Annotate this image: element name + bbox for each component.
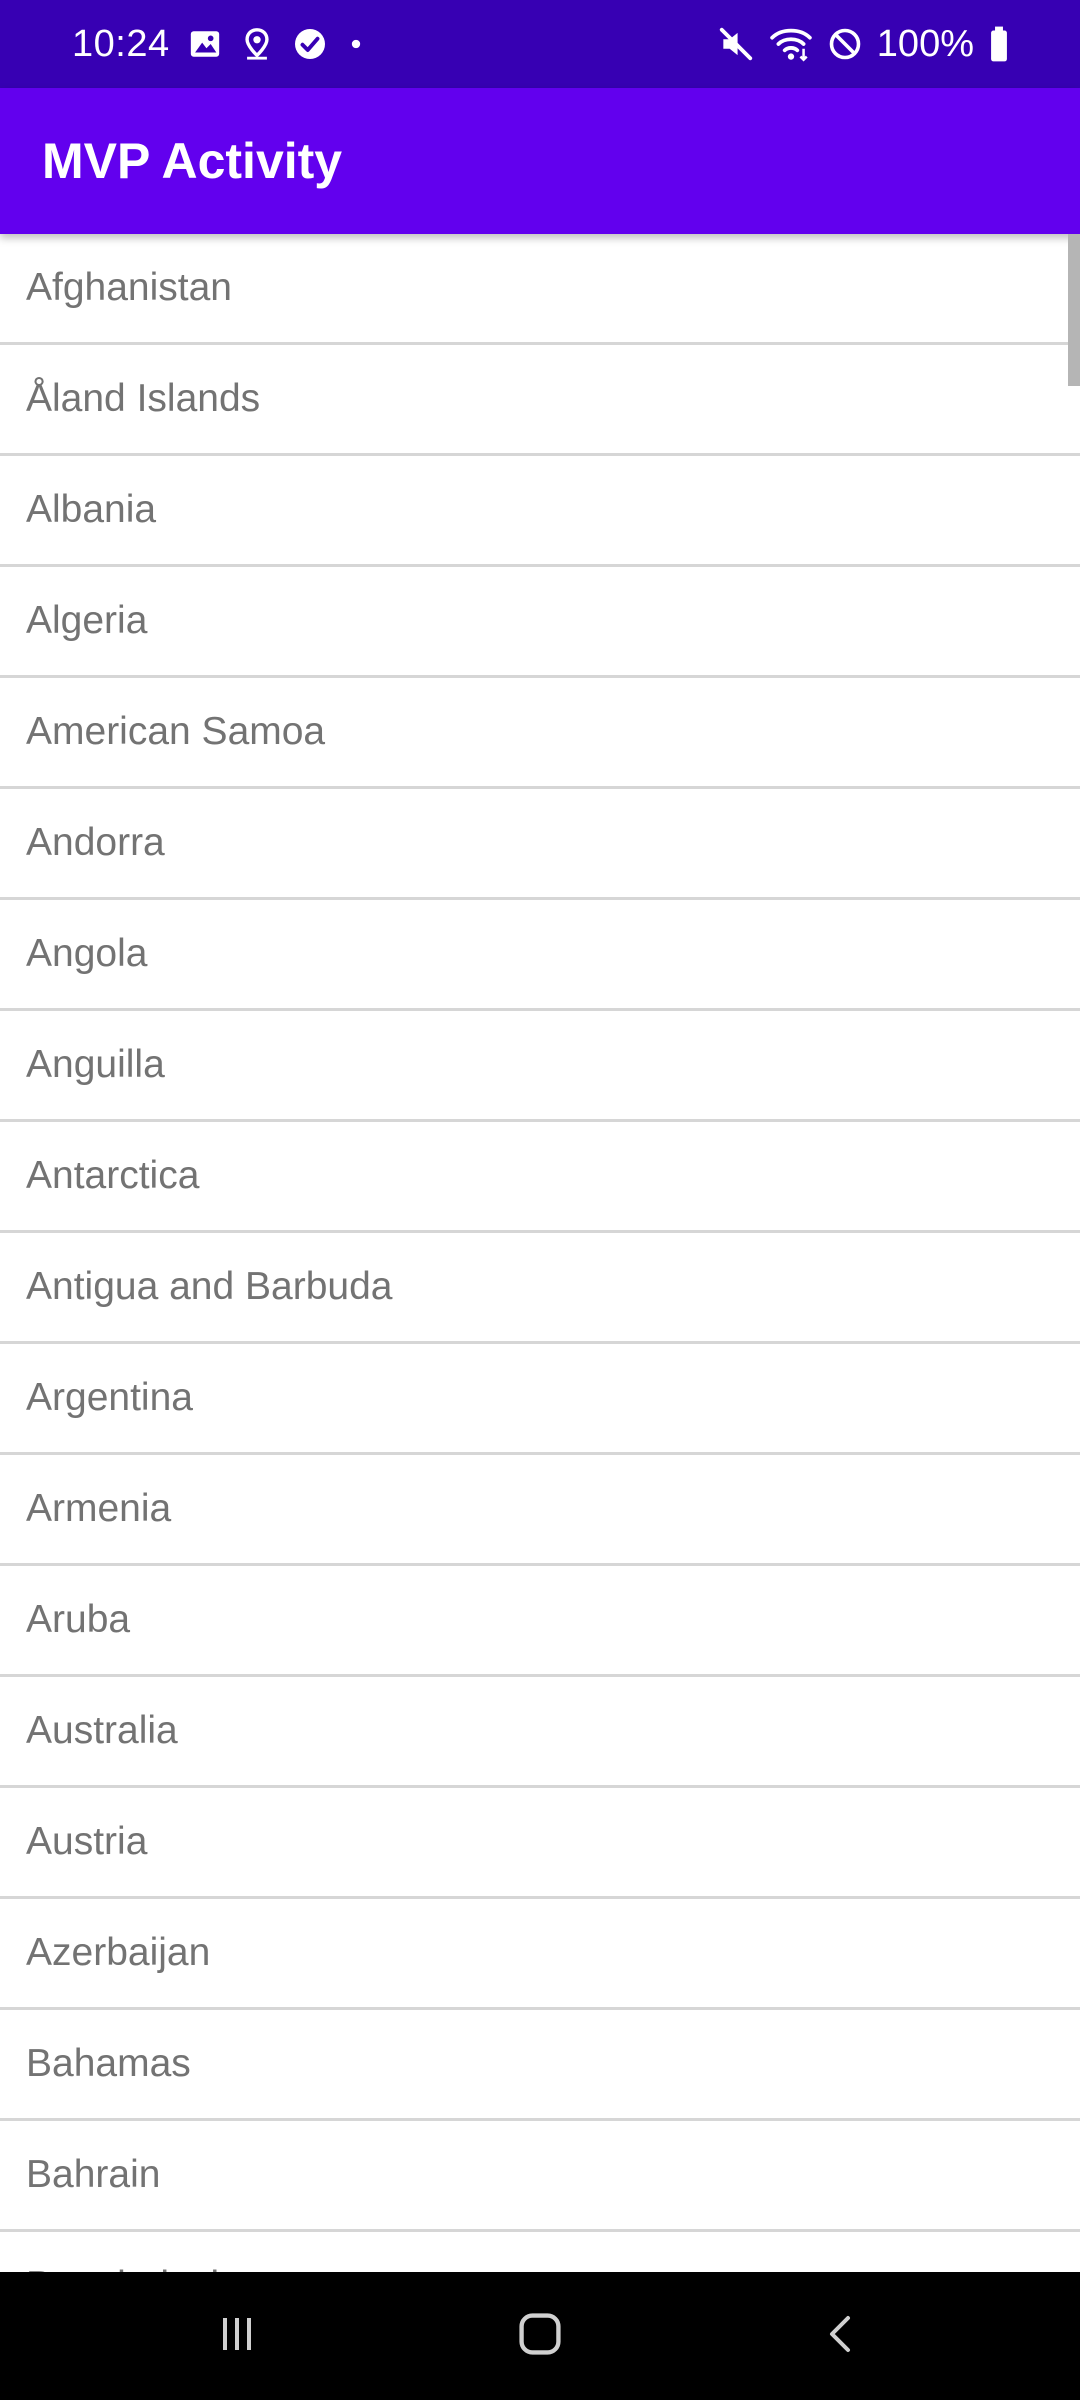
gallery-icon bbox=[188, 27, 222, 61]
home-button[interactable] bbox=[470, 2272, 610, 2400]
battery-percentage: 100% bbox=[876, 22, 974, 65]
list-item[interactable]: Åland Islands bbox=[0, 345, 1080, 456]
list-item-label: Anguilla bbox=[26, 1043, 165, 1086]
back-button[interactable] bbox=[772, 2272, 912, 2400]
recent-apps-button[interactable] bbox=[167, 2272, 307, 2400]
list-item-label: Bangladesh bbox=[26, 2264, 232, 2272]
list-item-label: Angola bbox=[26, 932, 148, 975]
status-bar: 10:24 100% bbox=[0, 0, 1080, 88]
blocked-icon bbox=[827, 26, 863, 62]
list-item[interactable]: Andorra bbox=[0, 789, 1080, 900]
list-item-label: Australia bbox=[26, 1709, 178, 1752]
list-item[interactable]: Argentina bbox=[0, 1344, 1080, 1455]
battery-icon bbox=[988, 25, 1010, 63]
location-icon bbox=[240, 27, 274, 61]
status-left: 10:24 bbox=[72, 0, 366, 88]
mute-icon bbox=[717, 25, 755, 63]
list-item[interactable]: Antarctica bbox=[0, 1122, 1080, 1233]
page-title: MVP Activity bbox=[42, 133, 343, 189]
list-item[interactable]: Australia bbox=[0, 1677, 1080, 1788]
list-item-label: Antarctica bbox=[26, 1154, 200, 1197]
list-item-label: Armenia bbox=[26, 1487, 172, 1530]
list-item[interactable]: Austria bbox=[0, 1788, 1080, 1899]
recent-apps-icon bbox=[213, 2310, 261, 2363]
dot-icon bbox=[346, 34, 366, 54]
list-item[interactable]: Bahamas bbox=[0, 2010, 1080, 2121]
list-item-label: American Samoa bbox=[26, 710, 326, 753]
list-item-label: Afghanistan bbox=[26, 266, 232, 309]
list-item-label: Aruba bbox=[26, 1598, 131, 1641]
list-item[interactable]: Algeria bbox=[0, 567, 1080, 678]
list-item[interactable]: Bangladesh bbox=[0, 2232, 1080, 2272]
scrollbar-thumb[interactable] bbox=[1068, 234, 1080, 386]
list-item[interactable]: American Samoa bbox=[0, 678, 1080, 789]
country-list[interactable]: Afghanistan Åland Islands Albania Algeria Am… bbox=[0, 234, 1080, 2272]
status-time: 10:24 bbox=[72, 22, 170, 65]
list-item-label: Bahamas bbox=[26, 2042, 191, 2085]
list-item-label: Algeria bbox=[26, 599, 148, 642]
list-item-label: Antigua and Barbuda bbox=[26, 1265, 393, 1308]
navigation-bar bbox=[0, 2272, 1080, 2400]
back-icon bbox=[818, 2310, 866, 2363]
list-item-label: Austria bbox=[26, 1820, 148, 1863]
list-item-label: Argentina bbox=[26, 1376, 193, 1419]
check-circle-icon bbox=[292, 26, 328, 62]
list-item[interactable]: Antigua and Barbuda bbox=[0, 1233, 1080, 1344]
list-item[interactable]: Azerbaijan bbox=[0, 1899, 1080, 2010]
list-item-label: Åland Islands bbox=[26, 377, 261, 420]
list-item[interactable]: Albania bbox=[0, 456, 1080, 567]
list-item[interactable]: Angola bbox=[0, 900, 1080, 1011]
list-item[interactable]: Anguilla bbox=[0, 1011, 1080, 1122]
status-right: 100% bbox=[717, 0, 1010, 88]
list-item-label: Bahrain bbox=[26, 2153, 161, 2196]
list-item-label: Andorra bbox=[26, 821, 165, 864]
list-item[interactable]: Afghanistan bbox=[0, 234, 1080, 345]
list-item[interactable]: Aruba bbox=[0, 1566, 1080, 1677]
list-item[interactable]: Bahrain bbox=[0, 2121, 1080, 2232]
app-bar: MVP Activity bbox=[0, 88, 1080, 234]
list-item-label: Azerbaijan bbox=[26, 1931, 211, 1974]
home-icon bbox=[514, 2308, 566, 2365]
wifi-icon bbox=[769, 25, 813, 63]
list-item[interactable]: Armenia bbox=[0, 1455, 1080, 1566]
list-item-label: Albania bbox=[26, 488, 157, 531]
